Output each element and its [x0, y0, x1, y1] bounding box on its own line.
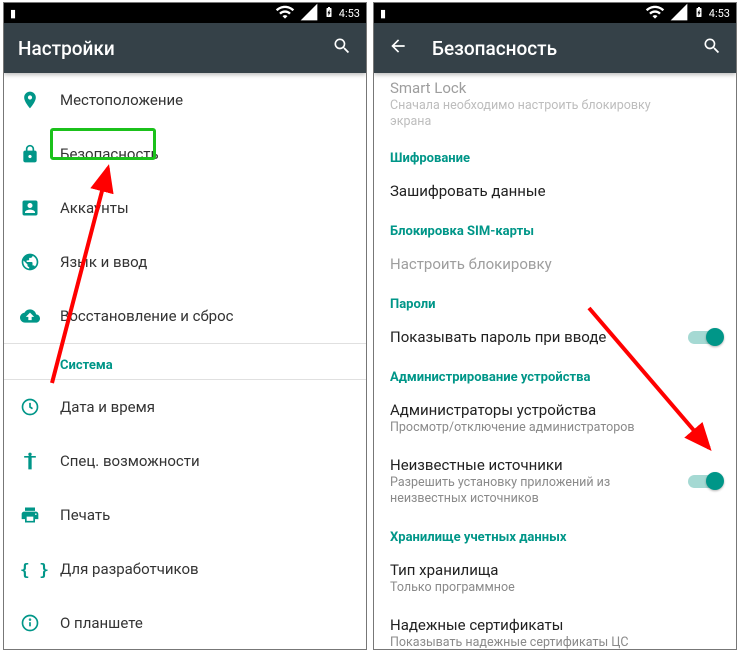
label-encrypt: Зашифровать данные — [390, 182, 670, 200]
security-list: Smart Lock Сначала необходимо настроить … — [374, 73, 736, 649]
sub-smart-lock: Сначала необходимо настроить блокировку … — [390, 98, 670, 129]
row-backup[interactable]: Восстановление и сброс — [4, 289, 366, 343]
notification-icon: ▮ — [380, 7, 386, 20]
toggle-show-password[interactable] — [688, 328, 722, 346]
globe-icon — [20, 252, 60, 272]
battery-icon — [693, 4, 705, 23]
app-bar-settings: Настройки — [4, 23, 366, 73]
label-datetime: Дата и время — [60, 398, 155, 416]
row-developer[interactable]: { } Для разработчиков — [4, 542, 366, 596]
wifi-icon — [275, 2, 295, 25]
row-show-password[interactable]: Показывать пароль при вводе — [374, 318, 736, 356]
section-credentials: Хранилище учетных данных — [374, 516, 736, 551]
status-time: 4:53 — [339, 7, 360, 20]
label-trusted-certs: Надежные сертификаты — [390, 616, 670, 634]
battery-icon — [323, 4, 335, 23]
page-title: Настройки — [18, 37, 332, 60]
row-accessibility[interactable]: Спец. возможности — [4, 434, 366, 488]
braces-icon: { } — [20, 560, 60, 579]
label-print: Печать — [60, 506, 110, 524]
section-encryption: Шифрование — [374, 137, 736, 172]
row-trusted-certs[interactable]: Надежные сертификаты Показывать надежные… — [374, 606, 736, 649]
section-passwords: Пароли — [374, 283, 736, 318]
row-storage-type[interactable]: Тип хранилища Только программное — [374, 551, 736, 606]
search-icon[interactable] — [702, 36, 722, 61]
label-unknown-sources: Неизвестные источники — [390, 456, 670, 474]
notification-icon: ▮ — [10, 7, 16, 20]
section-device-admin: Администрирование устройства — [374, 356, 736, 391]
row-language[interactable]: Язык и ввод — [4, 235, 366, 289]
row-unknown-sources[interactable]: Неизвестные источники Разрешить установк… — [374, 446, 736, 516]
row-sim-setup: Настроить блокировку — [374, 245, 736, 283]
row-print[interactable]: Печать — [4, 488, 366, 542]
sub-trusted-certs: Показывать надежные сертификаты ЦС — [390, 635, 670, 649]
row-datetime[interactable]: Дата и время — [4, 380, 366, 434]
label-about: О планшете — [60, 614, 143, 632]
print-icon — [20, 505, 60, 525]
location-icon — [20, 90, 60, 110]
row-about[interactable]: О планшете — [4, 596, 366, 649]
status-time: 4:53 — [709, 7, 730, 20]
sub-unknown-sources: Разрешить установку приложений из неизве… — [390, 475, 670, 506]
sub-device-admins: Просмотр/отключение администраторов — [390, 420, 670, 436]
row-smart-lock: Smart Lock Сначала необходимо настроить … — [374, 73, 736, 137]
label-security: Безопасность — [60, 145, 159, 163]
row-security[interactable]: Безопасность — [4, 127, 366, 181]
row-location[interactable]: Местоположение — [4, 73, 366, 127]
row-accounts[interactable]: Аккаунты — [4, 181, 366, 235]
accessibility-icon — [20, 451, 60, 471]
page-title: Безопасность — [432, 37, 702, 60]
signal-icon — [669, 2, 689, 25]
label-device-admins: Администраторы устройства — [390, 401, 670, 419]
label-accessibility: Спец. возможности — [60, 452, 200, 470]
label-show-password: Показывать пароль при вводе — [390, 328, 670, 346]
label-developer: Для разработчиков — [60, 560, 199, 578]
label-accounts: Аккаунты — [60, 199, 129, 217]
label-storage-type: Тип хранилища — [390, 561, 670, 579]
sub-storage-type: Только программное — [390, 580, 670, 596]
status-bar: ▮ 4:53 — [374, 3, 736, 23]
label-backup: Восстановление и сброс — [60, 307, 233, 325]
phone-settings: ▮ 4:53 Настройки Местоположение Безопасн… — [3, 2, 367, 650]
status-bar: ▮ 4:53 — [4, 3, 366, 23]
back-icon[interactable] — [388, 36, 408, 61]
section-sim: Блокировка SIM-карты — [374, 210, 736, 245]
row-device-admins[interactable]: Администраторы устройства Просмотр/отклю… — [374, 391, 736, 446]
toggle-unknown-sources[interactable] — [688, 472, 722, 490]
label-language: Язык и ввод — [60, 253, 147, 271]
settings-list: Местоположение Безопасность Аккаунты Язы… — [4, 73, 366, 649]
info-icon — [20, 613, 60, 633]
wifi-icon — [645, 2, 665, 25]
label-smart-lock: Smart Lock — [390, 79, 670, 97]
label-location: Местоположение — [60, 91, 183, 109]
section-system: Система — [4, 344, 366, 379]
label-sim-setup: Настроить блокировку — [390, 255, 670, 273]
row-encrypt[interactable]: Зашифровать данные — [374, 172, 736, 210]
search-icon[interactable] — [332, 36, 352, 61]
phone-security: ▮ 4:53 Безопасность Smart Lock Сначала н… — [373, 2, 737, 650]
signal-icon — [299, 2, 319, 25]
app-bar-security: Безопасность — [374, 23, 736, 73]
clock-icon — [20, 397, 60, 417]
account-icon — [20, 198, 60, 218]
lock-icon — [20, 144, 60, 164]
backup-icon — [20, 306, 60, 326]
